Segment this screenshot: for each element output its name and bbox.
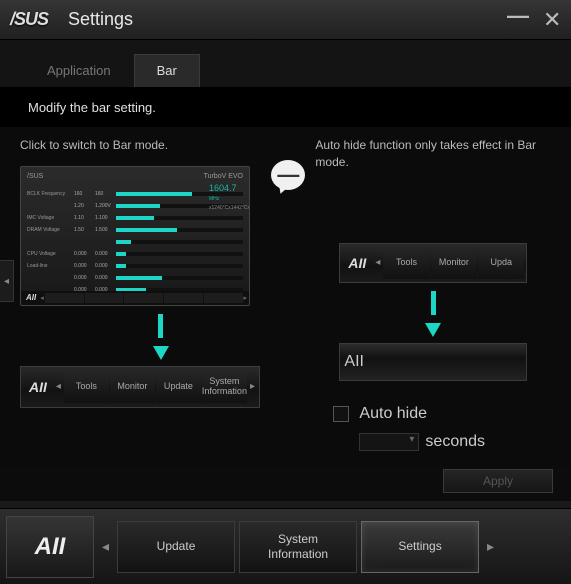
minimize-button[interactable]: — [507, 3, 525, 29]
tab-application[interactable]: Application [24, 54, 134, 87]
chevron-left-icon: ◂ [373, 257, 382, 268]
auto-hide-label: Auto hide [359, 405, 427, 423]
window-title: Settings [68, 9, 507, 30]
autohide-bar-preview-collapsed: AII [339, 343, 527, 381]
asus-logo: /SUS [10, 9, 48, 30]
bottom-nav: AII ◂ Update System Information Settings… [0, 508, 571, 584]
speech-bubble-icon: — [271, 160, 305, 190]
tab-bar[interactable]: Bar [134, 54, 200, 87]
dashboard-preview[interactable]: /SUS TurboV EVO BCLK Frequency1601601.20… [20, 166, 250, 306]
titlebar: /SUS Settings — ✕ [0, 0, 571, 40]
ai2-icon: AII [342, 255, 372, 271]
nav-system-information[interactable]: System Information [239, 521, 357, 573]
nav-update[interactable]: Update [117, 521, 235, 573]
chevron-left-icon: ◂ [54, 381, 63, 392]
panel-bar-mode-switch: Click to switch to Bar mode. — /SUS Turb… [20, 137, 301, 451]
nav-chevron-right-icon[interactable]: ▸ [483, 538, 498, 555]
right-panel-caption: Auto hide function only takes effect in … [315, 137, 551, 171]
nav-chevron-left-icon[interactable]: ◂ [98, 538, 113, 555]
autohide-bar-preview-expanded: AII ◂ Tools Monitor Upda [339, 243, 527, 283]
chevron-right-icon: ▸ [248, 381, 257, 392]
section-header: Modify the bar setting. [0, 88, 571, 127]
apply-button[interactable]: Apply [443, 469, 553, 493]
seconds-label: seconds [425, 433, 485, 451]
arrow-down-icon [339, 291, 527, 337]
strip-monitor: Monitor [110, 371, 155, 403]
content: Modify the bar setting. Click to switch … [0, 88, 571, 501]
nav-settings[interactable]: Settings [361, 521, 479, 573]
ai2-icon: AII [23, 379, 53, 395]
bar-mode-preview[interactable]: AII ◂ Tools Monitor Update System Inform… [20, 366, 260, 408]
strip-sysinfo: System Information [202, 371, 247, 403]
strip-tools: Tools [383, 247, 429, 279]
tabbar: Application Bar [0, 40, 571, 88]
ai2-home-tile[interactable]: AII [6, 516, 94, 578]
arrow-down-icon [20, 314, 301, 360]
ai2-icon: AII [23, 293, 39, 302]
ai2-icon: AII [344, 353, 364, 371]
strip-update: Upda [478, 247, 524, 279]
panel-autohide: Auto hide function only takes effect in … [315, 137, 551, 451]
strip-tools: Tools [64, 371, 109, 403]
left-panel-caption: Click to switch to Bar mode. [20, 137, 301, 154]
close-button[interactable]: ✕ [543, 7, 561, 33]
auto-hide-seconds-select[interactable] [359, 433, 419, 451]
strip-update: Update [156, 371, 201, 403]
side-expand-tab[interactable]: ◂ [0, 260, 14, 302]
auto-hide-checkbox[interactable] [333, 406, 349, 422]
strip-monitor: Monitor [431, 247, 477, 279]
